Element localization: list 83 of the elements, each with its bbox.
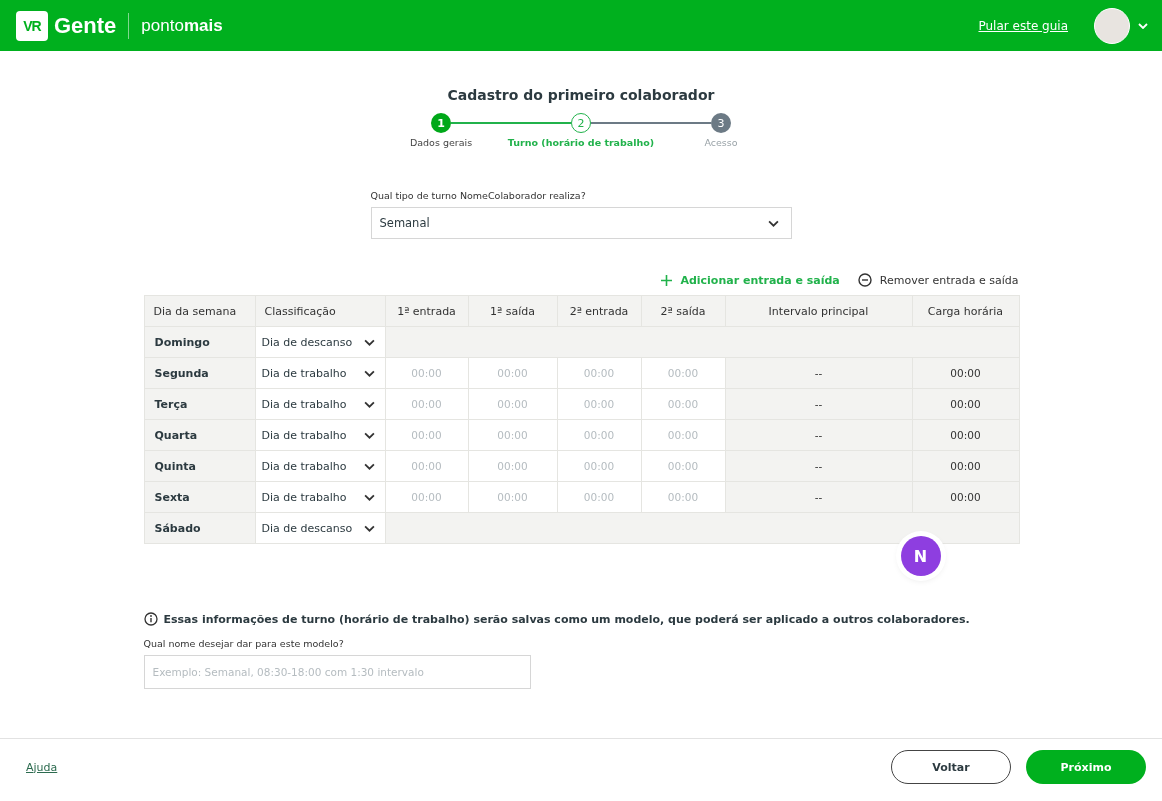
- workload-cell: 00:00: [912, 357, 1019, 389]
- step-label: Dados gerais: [409, 137, 473, 148]
- time-input[interactable]: 00:00: [385, 483, 468, 511]
- step-number: 3: [711, 113, 731, 133]
- day-cell: Terça: [144, 388, 255, 420]
- time-input[interactable]: 00:00: [557, 421, 641, 449]
- interval-cell: --: [725, 388, 912, 420]
- time-input[interactable]: 00:00: [641, 483, 725, 511]
- shift-type-select[interactable]: Semanal: [370, 207, 792, 239]
- classification-select[interactable]: Dia de trabalho: [255, 359, 385, 387]
- caret-icon: [363, 462, 375, 470]
- caret-icon[interactable]: [1138, 22, 1148, 29]
- day-cell: Sábado: [144, 512, 255, 544]
- workload-cell: 00:00: [912, 450, 1019, 482]
- day-cell: Sexta: [144, 481, 255, 513]
- column-header: 2ª entrada: [557, 295, 641, 327]
- caret-icon: [363, 431, 375, 439]
- classification-select[interactable]: Dia de trabalho: [255, 421, 385, 449]
- classification-select[interactable]: Dia de descanso: [255, 328, 385, 356]
- time-input[interactable]: 00:00: [557, 359, 641, 387]
- info-icon: [143, 612, 158, 626]
- time-input[interactable]: 00:00: [385, 390, 468, 418]
- classification-select[interactable]: Dia de trabalho: [255, 483, 385, 511]
- time-input[interactable]: 00:00: [468, 483, 557, 511]
- back-button[interactable]: Voltar: [891, 750, 1011, 784]
- day-cell: Segunda: [144, 357, 255, 389]
- time-input[interactable]: 00:00: [468, 359, 557, 387]
- step-number: 1: [431, 113, 451, 133]
- time-input[interactable]: 00:00: [468, 452, 557, 480]
- time-input[interactable]: 00:00: [385, 359, 468, 387]
- model-name-input[interactable]: Exemplo: Semanal, 08:30-18:00 com 1:30 intervalo: [143, 655, 531, 689]
- info-text: Essas informações de turno (horário de trabalho) serão salvas como um modelo, que poderá ser aplicado a outros colaboradores.: [163, 612, 970, 626]
- day-cell: Domingo: [144, 326, 255, 358]
- caret-icon: [363, 369, 375, 377]
- column-header: Intervalo principal: [725, 295, 912, 327]
- column-header: Carga horária: [912, 295, 1019, 327]
- caret-icon: [363, 524, 375, 532]
- field-label: Qual tipo de turno NomeColaborador realiza?: [370, 190, 587, 201]
- minus-circle-icon: [857, 273, 872, 287]
- interval-cell: --: [725, 357, 912, 389]
- caret-icon: [363, 400, 375, 408]
- page-title: Cadastro do primeiro colaborador: [447, 87, 715, 103]
- interval-cell: --: [725, 481, 912, 513]
- time-input[interactable]: 00:00: [557, 452, 641, 480]
- classification-select[interactable]: Dia de descanso: [255, 514, 385, 542]
- caret-icon: [767, 219, 779, 227]
- column-header: 1ª saída: [468, 295, 557, 327]
- time-input[interactable]: 00:00: [468, 421, 557, 449]
- time-input[interactable]: 00:00: [385, 452, 468, 480]
- product-name: pontomais: [141, 15, 223, 36]
- workload-cell: 00:00: [912, 481, 1019, 513]
- plus-icon: [661, 274, 673, 286]
- time-input[interactable]: 00:00: [641, 390, 725, 418]
- time-input[interactable]: 00:00: [641, 421, 725, 449]
- time-input[interactable]: 00:00: [641, 359, 725, 387]
- time-input[interactable]: 00:00: [557, 483, 641, 511]
- caret-icon: [363, 338, 375, 346]
- workload-cell: 00:00: [912, 419, 1019, 451]
- workload-cell: 00:00: [912, 388, 1019, 420]
- column-header: Classificação: [255, 295, 385, 327]
- logo-name: Gente: [54, 12, 117, 39]
- interval-cell: --: [725, 419, 912, 451]
- avatar[interactable]: [1094, 7, 1130, 44]
- time-input[interactable]: 00:00: [468, 390, 557, 418]
- column-header: Dia da semana: [144, 295, 255, 327]
- remove-entry-link[interactable]: Remover entrada e saída: [857, 273, 1019, 287]
- column-header: 1ª entrada: [385, 295, 468, 327]
- caret-icon: [363, 493, 375, 501]
- time-input[interactable]: 00:00: [385, 421, 468, 449]
- logo-mark: VR: [16, 10, 48, 41]
- field-label: Qual nome desejar dar para este modelo?: [143, 638, 345, 649]
- step-label: Turno (horário de trabalho): [507, 137, 655, 148]
- classification-select[interactable]: Dia de trabalho: [255, 390, 385, 418]
- step-label: Acesso: [704, 137, 738, 148]
- interval-cell: --: [725, 450, 912, 482]
- day-cell: Quinta: [144, 450, 255, 482]
- time-input[interactable]: 00:00: [641, 452, 725, 480]
- help-link[interactable]: Ajuda: [26, 760, 58, 774]
- classification-select[interactable]: Dia de trabalho: [255, 452, 385, 480]
- step-number: 2: [571, 113, 591, 133]
- column-header: 2ª saída: [641, 295, 725, 327]
- time-input[interactable]: 00:00: [557, 390, 641, 418]
- day-cell: Quarta: [144, 419, 255, 451]
